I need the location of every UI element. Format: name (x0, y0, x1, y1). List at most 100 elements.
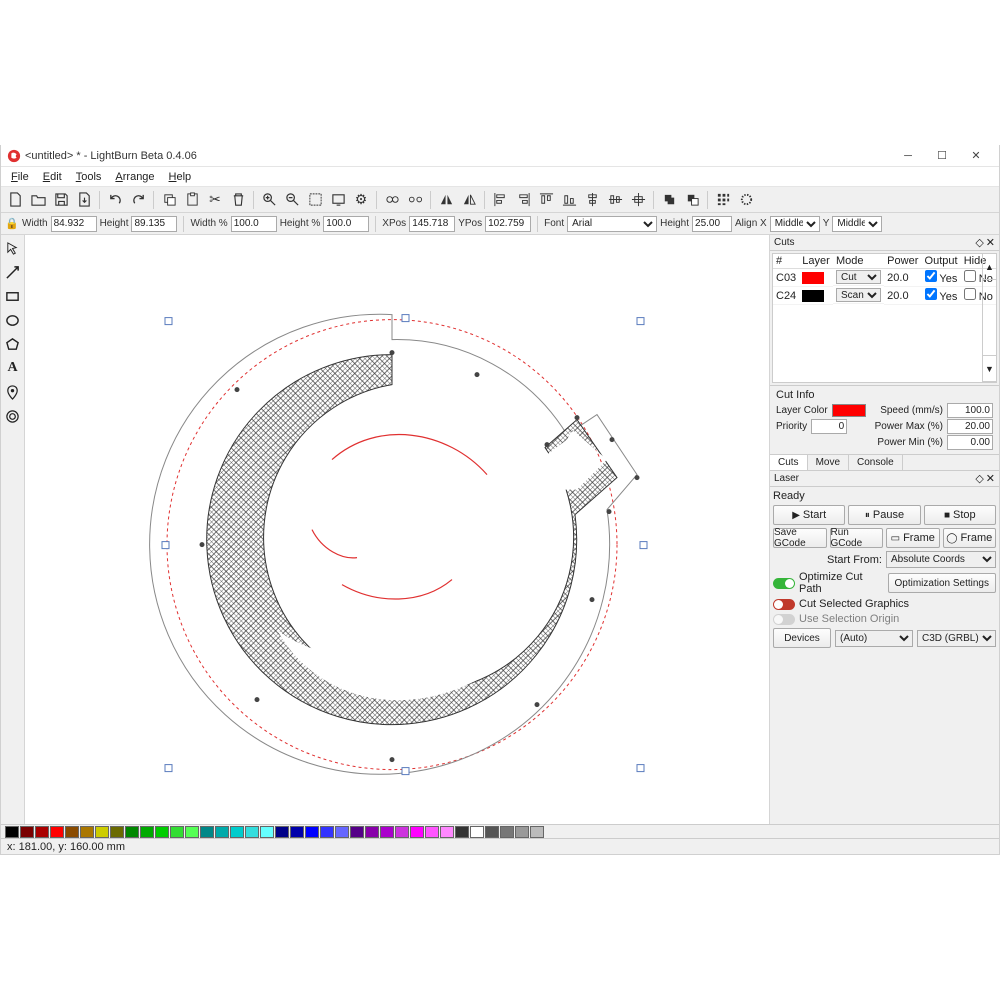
align-bottom-icon[interactable] (559, 190, 579, 210)
aligny-select[interactable]: Middle (832, 216, 882, 232)
panel-close-icon[interactable]: ✕ (986, 236, 995, 249)
priority-input[interactable] (811, 419, 847, 434)
palette-swatch[interactable] (50, 826, 64, 838)
menu-arrange[interactable]: Arrange (109, 169, 160, 185)
ypos-input[interactable] (485, 216, 531, 232)
copy-icon[interactable] (159, 190, 179, 210)
optimize-path-toggle[interactable] (773, 578, 795, 589)
align-top-icon[interactable] (536, 190, 556, 210)
layer-down-icon[interactable]: ▼ (983, 356, 996, 382)
palette-swatch[interactable] (455, 826, 469, 838)
palette-swatch[interactable] (440, 826, 454, 838)
palette-swatch[interactable] (260, 826, 274, 838)
palette-swatch[interactable] (230, 826, 244, 838)
palette-swatch[interactable] (65, 826, 79, 838)
palette-swatch[interactable] (200, 826, 214, 838)
palette-swatch[interactable] (95, 826, 109, 838)
new-icon[interactable] (5, 190, 25, 210)
group-icon[interactable] (382, 190, 402, 210)
powermax-input[interactable] (947, 419, 993, 434)
fontheight-input[interactable] (692, 216, 732, 232)
startfrom-select[interactable]: Absolute Coords (886, 551, 996, 568)
align-hcenter-icon[interactable] (582, 190, 602, 210)
cuts-table[interactable]: # Layer Mode Power Output Hide C03 Cut 2… (772, 253, 997, 383)
palette-swatch[interactable] (185, 826, 199, 838)
speed-input[interactable] (947, 403, 993, 418)
palette-swatch[interactable] (350, 826, 364, 838)
preview-icon[interactable] (328, 190, 348, 210)
palette-swatch[interactable] (125, 826, 139, 838)
heightpct-input[interactable] (323, 216, 369, 232)
redo-icon[interactable] (128, 190, 148, 210)
align-left-icon[interactable] (490, 190, 510, 210)
zoom-in-icon[interactable] (259, 190, 279, 210)
palette-swatch[interactable] (275, 826, 289, 838)
height-input[interactable] (131, 216, 177, 232)
palette-swatch[interactable] (530, 826, 544, 838)
palette-swatch[interactable] (140, 826, 154, 838)
rect-tool-icon[interactable] (4, 287, 22, 305)
palette-swatch[interactable] (305, 826, 319, 838)
palette-swatch[interactable] (425, 826, 439, 838)
palette-swatch[interactable] (110, 826, 124, 838)
circular-array-icon[interactable] (736, 190, 756, 210)
tab-cuts[interactable]: Cuts (770, 455, 808, 470)
select-tool-icon[interactable] (4, 239, 22, 257)
undo-icon[interactable] (105, 190, 125, 210)
open-icon[interactable] (28, 190, 48, 210)
lock-icon[interactable]: 🔒 (5, 217, 19, 231)
optimization-settings-button[interactable]: Optimization Settings (888, 573, 997, 593)
tab-move[interactable]: Move (808, 455, 849, 470)
marker-tool-icon[interactable] (4, 383, 22, 401)
palette-swatch[interactable] (335, 826, 349, 838)
start-button[interactable]: ▶ Start (773, 505, 845, 525)
line-tool-icon[interactable] (4, 263, 22, 281)
palette-swatch[interactable] (215, 826, 229, 838)
zoom-frame-icon[interactable] (305, 190, 325, 210)
palette-swatch[interactable] (500, 826, 514, 838)
palette-swatch[interactable] (470, 826, 484, 838)
palette-swatch[interactable] (395, 826, 409, 838)
stop-button[interactable]: ■ Stop (924, 505, 996, 525)
laser-undock-icon[interactable]: ◇ (975, 472, 983, 485)
palette-swatch[interactable] (80, 826, 94, 838)
palette-swatch[interactable] (410, 826, 424, 838)
palette-swatch[interactable] (515, 826, 529, 838)
xpos-input[interactable] (409, 216, 455, 232)
zoom-out-icon[interactable] (282, 190, 302, 210)
palette-swatch[interactable] (320, 826, 334, 838)
menu-tools[interactable]: Tools (70, 169, 108, 185)
palette-swatch[interactable] (20, 826, 34, 838)
delete-icon[interactable] (228, 190, 248, 210)
device-auto-select[interactable]: (Auto) (835, 630, 913, 647)
bool-union-icon[interactable] (659, 190, 679, 210)
close-button[interactable]: ✕ (959, 146, 993, 166)
settings-icon[interactable]: ⚙ (351, 190, 371, 210)
width-input[interactable] (51, 216, 97, 232)
palette-swatch[interactable] (35, 826, 49, 838)
bool-subtract-icon[interactable] (682, 190, 702, 210)
canvas[interactable] (25, 235, 769, 824)
table-row[interactable]: C03 Cut 20.0 Yes No (773, 269, 996, 287)
align-center-icon[interactable] (628, 190, 648, 210)
ellipse-tool-icon[interactable] (4, 311, 22, 329)
paste-icon[interactable] (182, 190, 202, 210)
palette-swatch[interactable] (365, 826, 379, 838)
menu-edit[interactable]: Edit (37, 169, 68, 185)
frame-circle-button[interactable]: ◯ Frame (943, 528, 997, 548)
device-machine-select[interactable]: C3D (GRBL) (917, 630, 996, 647)
maximize-button[interactable]: ☐ (925, 146, 959, 166)
palette-swatch[interactable] (290, 826, 304, 838)
palette-swatch[interactable] (5, 826, 19, 838)
cut-icon[interactable]: ✂ (205, 190, 225, 210)
palette-swatch[interactable] (380, 826, 394, 838)
powermin-input[interactable] (947, 435, 993, 450)
mirror-v-icon[interactable] (459, 190, 479, 210)
offset-tool-icon[interactable] (4, 407, 22, 425)
font-select[interactable]: Arial (567, 216, 657, 232)
polygon-tool-icon[interactable] (4, 335, 22, 353)
align-vcenter-icon[interactable] (605, 190, 625, 210)
align-right-icon[interactable] (513, 190, 533, 210)
cut-selected-toggle[interactable] (773, 599, 795, 610)
mirror-h-icon[interactable] (436, 190, 456, 210)
